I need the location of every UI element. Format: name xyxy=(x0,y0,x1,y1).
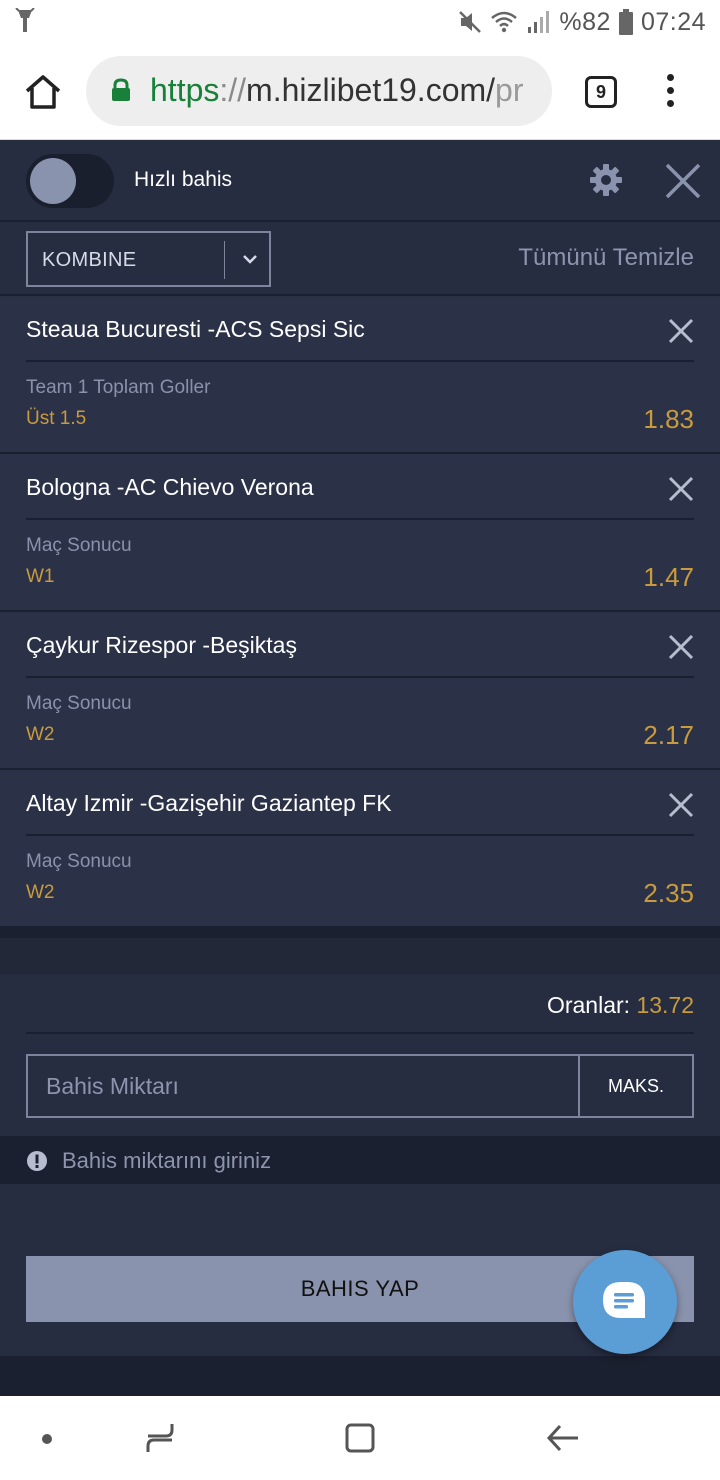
wifi-icon xyxy=(491,11,518,33)
address-bar[interactable]: https://m.hizlibet19.com/pr xyxy=(86,56,552,126)
gear-icon[interactable] xyxy=(588,162,624,198)
footer-band xyxy=(0,1356,720,1396)
pick-name: W2 xyxy=(26,882,55,903)
url-text: https://m.hizlibet19.com/pr xyxy=(150,72,524,108)
bet-type-select[interactable]: KOMBINE xyxy=(26,231,271,287)
home-icon[interactable] xyxy=(24,74,62,110)
battery-icon xyxy=(618,9,633,35)
divider xyxy=(26,834,694,836)
remove-bet-icon[interactable] xyxy=(668,634,694,660)
chevron-down-icon xyxy=(243,255,257,264)
tab-switcher-button[interactable]: 9 xyxy=(585,76,617,108)
match-name: Çaykur Rizespor -Beşiktaş xyxy=(26,632,297,658)
home-nav-icon[interactable] xyxy=(344,1422,376,1454)
system-nav-bar xyxy=(0,1396,720,1480)
stake-input[interactable] xyxy=(28,1056,580,1116)
bet-list: Steaua Bucuresti -ACS Sepsi Sic Team 1 T… xyxy=(0,298,720,930)
select-divider xyxy=(224,241,225,279)
odd-value: 2.35 xyxy=(643,878,694,908)
status-bar: %82 07:24 xyxy=(0,0,720,44)
total-odds-value: 13.72 xyxy=(636,992,694,1018)
divider xyxy=(26,676,694,678)
pick-name: W2 xyxy=(26,724,55,745)
bet-item: Steaua Bucuresti -ACS Sepsi Sic Team 1 T… xyxy=(0,298,720,454)
toggle-knob xyxy=(30,158,76,204)
odd-value: 1.47 xyxy=(643,562,694,592)
max-stake-button[interactable]: MAKS. xyxy=(578,1056,692,1116)
betslip-header: Hızlı bahis xyxy=(0,140,720,222)
match-name: Bologna -AC Chievo Verona xyxy=(26,474,314,500)
market-name: Team 1 Toplam Goller xyxy=(26,377,211,398)
remove-bet-icon[interactable] xyxy=(668,476,694,502)
section-spacer xyxy=(0,928,720,974)
market-name: Maç Sonucu xyxy=(26,851,132,872)
overflow-menu-icon[interactable] xyxy=(664,74,676,114)
recent-apps-icon[interactable] xyxy=(144,1422,176,1454)
market-name: Maç Sonucu xyxy=(26,535,132,556)
pick-name: W1 xyxy=(26,566,55,587)
browser-toolbar: https://m.hizlibet19.com/pr 9 xyxy=(0,44,720,140)
remove-bet-icon[interactable] xyxy=(668,318,694,344)
quick-bet-label: Hızlı bahis xyxy=(134,168,233,191)
odd-value: 1.83 xyxy=(643,404,694,434)
lock-icon xyxy=(112,78,130,101)
market-name: Maç Sonucu xyxy=(26,693,132,714)
close-icon[interactable] xyxy=(664,162,702,200)
pick-name: Üst 1.5 xyxy=(26,408,87,429)
back-icon[interactable] xyxy=(546,1422,580,1454)
stake-field: MAKS. xyxy=(26,1054,694,1118)
dot-icon[interactable] xyxy=(40,1432,54,1446)
bet-item: Bologna -AC Chievo Verona Maç Sonucu W1 … xyxy=(0,456,720,612)
quick-bet-toggle[interactable] xyxy=(26,154,114,208)
clear-all-link[interactable]: Tümünü Temizle xyxy=(518,244,694,272)
mute-icon xyxy=(459,11,482,33)
remove-bet-icon[interactable] xyxy=(668,792,694,818)
divider xyxy=(26,518,694,520)
signal-icon xyxy=(528,11,550,33)
odd-value: 2.17 xyxy=(643,720,694,750)
match-name: Altay Izmir -Gazişehir Gaziantep FK xyxy=(26,790,392,816)
warning-text: Bahis miktarını giriniz xyxy=(62,1148,272,1173)
match-name: Steaua Bucuresti -ACS Sepsi Sic xyxy=(26,316,365,342)
battery-percent: %82 xyxy=(559,7,611,36)
bet-summary: Oranlar: 13.72 MAKS. xyxy=(0,974,720,1136)
flashlight-icon xyxy=(15,8,35,32)
stake-warning: Bahis miktarını giriniz xyxy=(0,1136,720,1184)
clock: 07:24 xyxy=(640,7,706,36)
chat-icon xyxy=(603,1282,645,1318)
divider xyxy=(26,1032,694,1034)
bet-type-value: KOMBINE xyxy=(42,249,137,271)
total-odds-label: Oranlar: xyxy=(546,992,631,1018)
alert-icon xyxy=(27,1151,47,1171)
total-odds: Oranlar: 13.72 xyxy=(547,992,694,1019)
bet-item: Çaykur Rizespor -Beşiktaş Maç Sonucu W2 … xyxy=(0,614,720,770)
bet-item: Altay Izmir -Gazişehir Gaziantep FK Maç … xyxy=(0,772,720,928)
chat-button[interactable] xyxy=(573,1250,677,1354)
bet-type-row: KOMBINE Tümünü Temizle xyxy=(0,222,720,296)
divider xyxy=(26,360,694,362)
